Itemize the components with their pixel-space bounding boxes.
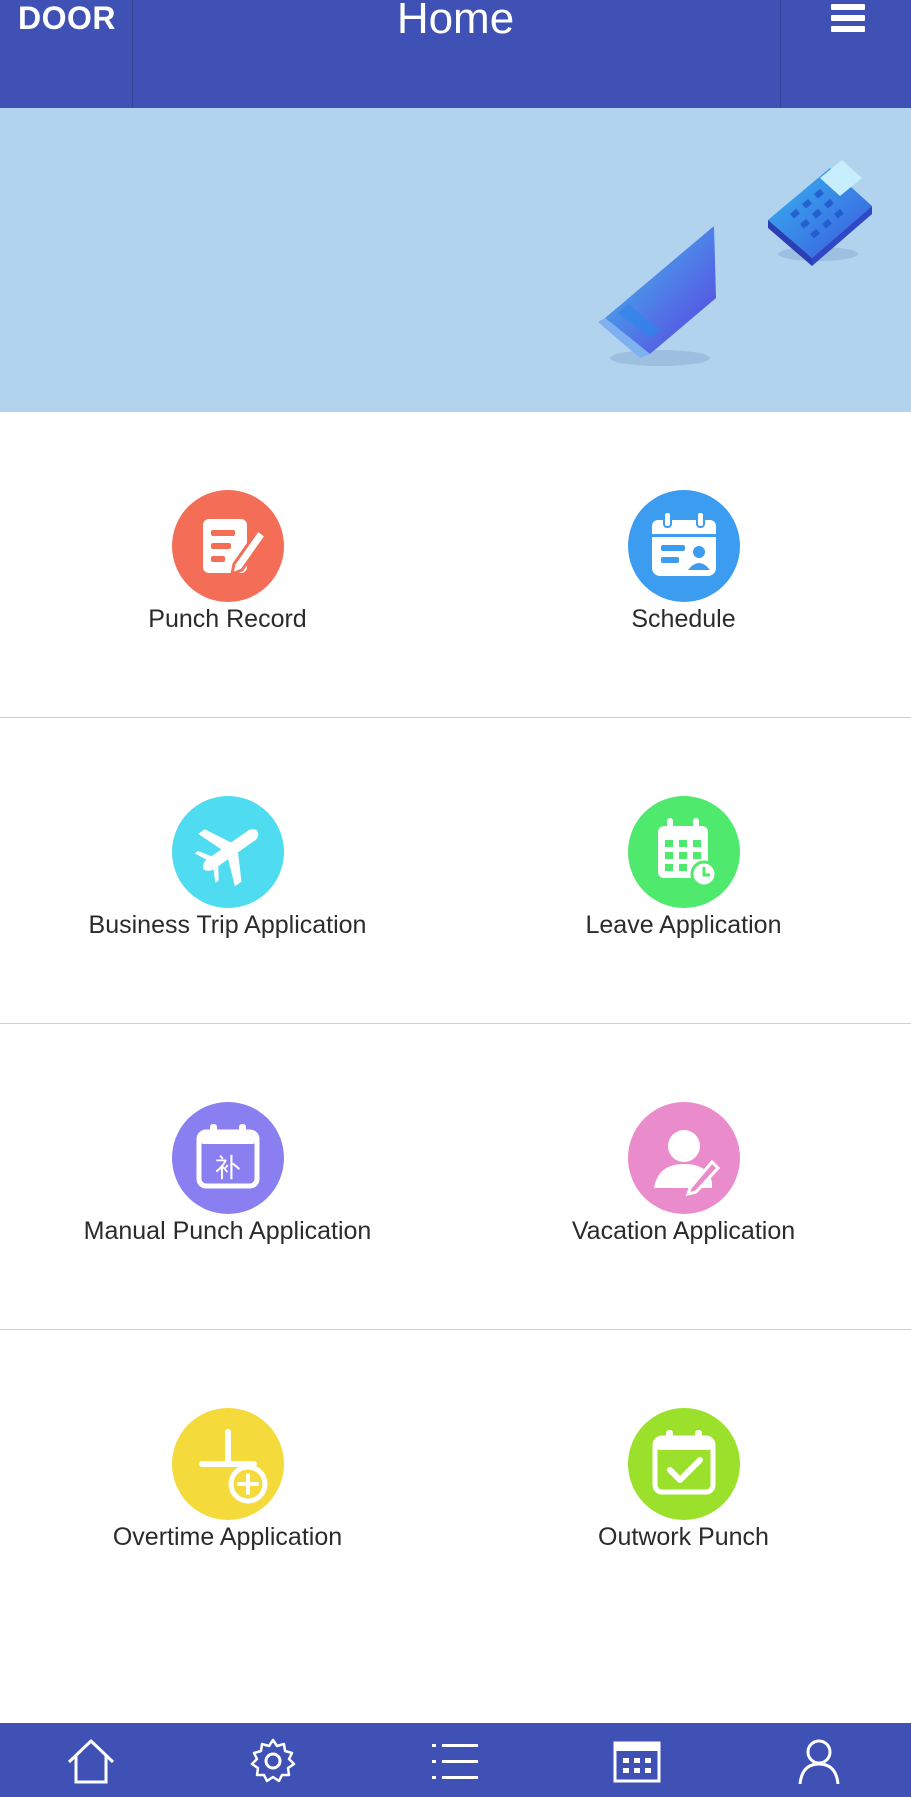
profile-icon [798, 1739, 840, 1784]
schedule-icon [627, 490, 740, 602]
punch-record-icon [171, 490, 284, 602]
bottom-nav [0, 1723, 911, 1797]
schedule-button[interactable]: Schedule [456, 412, 911, 717]
vacation-application-label: Vacation Application [571, 1217, 796, 1245]
page-title: Home [396, 0, 515, 43]
outwork-punch-icon [627, 1408, 740, 1520]
menu-row: Business Trip Application Leave Applicat… [0, 718, 911, 1024]
overtime-application-button[interactable]: Overtime Application [0, 1330, 455, 1635]
schedule-label: Schedule [631, 605, 736, 633]
manual-punch-button[interactable]: 补 Manual Punch Application [0, 1024, 455, 1329]
menu-row: Punch Record Schedule [0, 412, 911, 718]
vacation-application-button[interactable]: Vacation Application [456, 1024, 911, 1329]
overtime-application-label: Overtime Application [112, 1523, 343, 1551]
vacation-icon [627, 1102, 740, 1214]
calculator-icon [768, 160, 872, 266]
calendar-icon [613, 1741, 661, 1783]
door-button[interactable]: DOOR [0, 0, 133, 108]
list-icon [432, 1744, 478, 1779]
punch-record-label: Punch Record [148, 605, 307, 633]
business-trip-label: Business Trip Application [88, 911, 367, 939]
home-banner [0, 108, 911, 412]
hamburger-icon [831, 4, 865, 36]
door-label: DOOR [18, 0, 116, 36]
punch-record-button[interactable]: Punch Record [0, 412, 455, 717]
outwork-punch-label: Outwork Punch [598, 1523, 769, 1551]
menu-grid: Punch Record Schedule Business Trip Appl… [0, 412, 911, 1635]
manual-punch-icon-text: 补 [214, 1154, 240, 1184]
outwork-punch-button[interactable]: Outwork Punch [456, 1330, 911, 1635]
manual-punch-icon: 补 [171, 1102, 284, 1214]
leave-application-button[interactable]: Leave Application [456, 718, 911, 1023]
settings-icon [250, 1738, 296, 1783]
manual-punch-label: Manual Punch Application [83, 1217, 372, 1245]
nav-home[interactable] [0, 1723, 182, 1797]
airplane-icon [171, 796, 284, 908]
leave-application-label: Leave Application [585, 911, 782, 939]
menu-row: Overtime Application Outwork Punch [0, 1330, 911, 1635]
business-trip-button[interactable]: Business Trip Application [0, 718, 455, 1023]
menu-row: 补 Manual Punch Application Vacation Appl… [0, 1024, 911, 1330]
nav-profile[interactable] [728, 1723, 910, 1797]
nav-list[interactable] [364, 1723, 546, 1797]
nav-settings[interactable] [182, 1723, 364, 1797]
laptop-icon [598, 226, 716, 366]
overtime-icon [171, 1408, 284, 1520]
menu-button[interactable] [780, 0, 911, 108]
app-header: DOOR Home [0, 0, 911, 108]
leave-calendar-icon [627, 796, 740, 908]
home-icon [67, 1739, 115, 1784]
nav-calendar[interactable] [546, 1723, 728, 1797]
